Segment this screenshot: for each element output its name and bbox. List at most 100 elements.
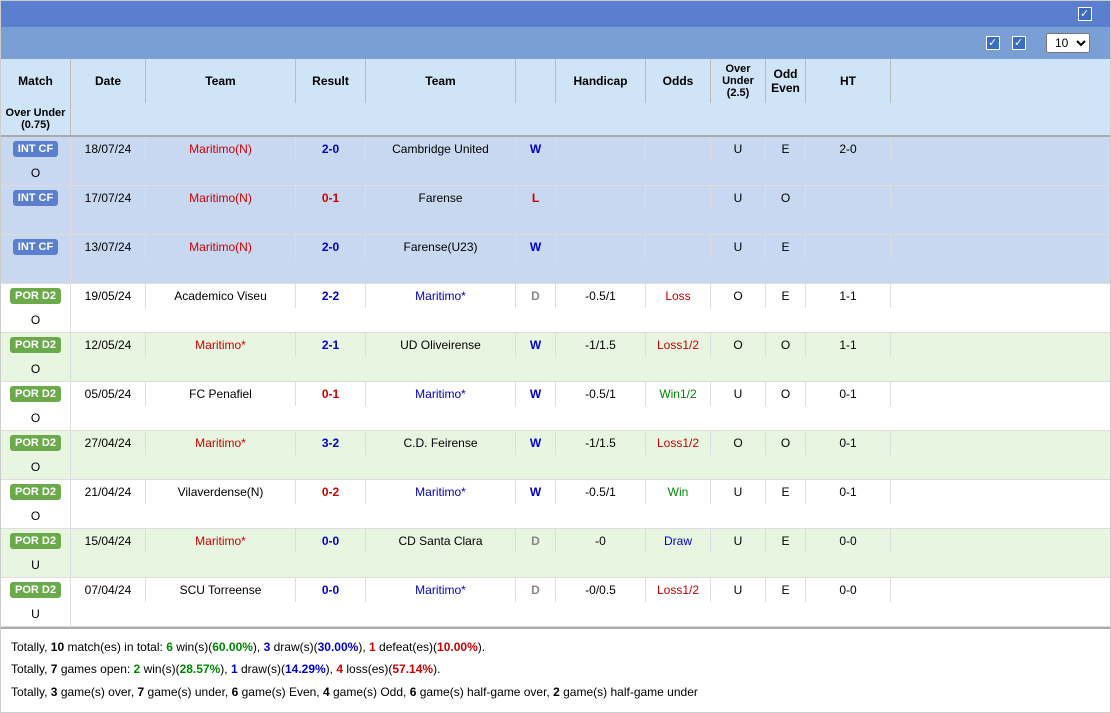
cell-ht — [806, 235, 891, 259]
cell-team1: Academico Viseu — [146, 284, 296, 308]
match-badge: INT CF — [13, 190, 58, 206]
intcf-filter-label[interactable] — [986, 36, 1004, 50]
intcf-checkbox[interactable] — [986, 36, 1000, 50]
table-row: POR D2 12/05/24 Maritimo* 2-1 UD Oliveir… — [1, 333, 1110, 382]
cell-over-under: U — [711, 578, 766, 602]
cell-match: POR D2 — [1, 431, 71, 455]
cell-handicap: -1/1.5 — [556, 431, 646, 455]
col-date: Date — [71, 59, 146, 103]
cell-over-under: U — [711, 137, 766, 161]
col-ht: HT — [806, 59, 891, 103]
cell-odds: Draw — [646, 529, 711, 553]
cell-wd: W — [516, 137, 556, 161]
cell-date: 13/07/24 — [71, 235, 146, 259]
cell-odd-even: E — [766, 284, 806, 308]
table-row: POR D2 15/04/24 Maritimo* 0-0 CD Santa C… — [1, 529, 1110, 578]
cell-result: 2-2 — [296, 284, 366, 308]
cell-result: 0-0 — [296, 578, 366, 602]
cell-result: 2-0 — [296, 235, 366, 259]
pord2-checkbox[interactable] — [1012, 36, 1026, 50]
cell-handicap: -0/0.5 — [556, 578, 646, 602]
cell-team2: Maritimo* — [366, 382, 516, 406]
match-badge: INT CF — [13, 239, 58, 255]
display-notes-checkbox[interactable] — [1078, 7, 1092, 21]
table-header: Match Date Team Result Team Handicap Odd… — [1, 59, 1110, 137]
cell-over-under-075: O — [1, 357, 71, 381]
col-odds: Odds — [646, 59, 711, 103]
table-row: POR D2 21/04/24 Vilaverdense(N) 0-2 Mari… — [1, 480, 1110, 529]
cell-ht: 1-1 — [806, 333, 891, 357]
match-badge: POR D2 — [10, 582, 61, 598]
cell-handicap: -0.5/1 — [556, 480, 646, 504]
col-result: Result — [296, 59, 366, 103]
cell-match: POR D2 — [1, 284, 71, 308]
cell-date: 07/04/24 — [71, 578, 146, 602]
cell-team2: Maritimo* — [366, 480, 516, 504]
col-odd-even: Odd Even — [766, 59, 806, 103]
cell-odd-even: E — [766, 480, 806, 504]
cell-result: 0-1 — [296, 186, 366, 210]
cell-result: 2-1 — [296, 333, 366, 357]
summary-line: Totally, 3 game(s) over, 7 game(s) under… — [11, 682, 1100, 702]
cell-ht: 0-1 — [806, 480, 891, 504]
cell-wd: W — [516, 431, 556, 455]
cell-date: 18/07/24 — [71, 137, 146, 161]
cell-handicap — [556, 186, 646, 210]
cell-match: POR D2 — [1, 529, 71, 553]
cell-team1: Maritimo* — [146, 529, 296, 553]
cell-odd-even: E — [766, 529, 806, 553]
cell-date: 21/04/24 — [71, 480, 146, 504]
cell-ht: 0-1 — [806, 431, 891, 455]
cell-team1: FC Penafiel — [146, 382, 296, 406]
cell-result: 2-0 — [296, 137, 366, 161]
table-row: POR D2 07/04/24 SCU Torreense 0-0 Mariti… — [1, 578, 1110, 627]
cell-over-under: O — [711, 284, 766, 308]
cell-ht: 1-1 — [806, 284, 891, 308]
cell-wd: W — [516, 382, 556, 406]
table-row: POR D2 19/05/24 Academico Viseu 2-2 Mari… — [1, 284, 1110, 333]
cell-over-under: O — [711, 333, 766, 357]
cell-team2: CD Santa Clara — [366, 529, 516, 553]
cell-odds: Win — [646, 480, 711, 504]
cell-date: 05/05/24 — [71, 382, 146, 406]
games-select[interactable]: 10 20 30 — [1046, 33, 1090, 53]
match-badge: POR D2 — [10, 337, 61, 353]
cell-ht: 2-0 — [806, 137, 891, 161]
table-body: INT CF 18/07/24 Maritimo(N) 2-0 Cambridg… — [1, 137, 1110, 627]
header-bar — [1, 1, 1110, 27]
cell-wd: W — [516, 333, 556, 357]
cell-team1: SCU Torreense — [146, 578, 296, 602]
cell-odd-even: O — [766, 333, 806, 357]
cell-odds: Win1/2 — [646, 382, 711, 406]
cell-odds — [646, 137, 711, 161]
cell-odds: Loss — [646, 284, 711, 308]
cell-date: 27/04/24 — [71, 431, 146, 455]
cell-odds — [646, 235, 711, 259]
cell-match: POR D2 — [1, 382, 71, 406]
pord2-filter-label[interactable] — [1012, 36, 1030, 50]
cell-handicap: -1/1.5 — [556, 333, 646, 357]
cell-wd: L — [516, 186, 556, 210]
cell-over-under-075: O — [1, 308, 71, 332]
cell-team1: Vilaverdense(N) — [146, 480, 296, 504]
cell-odd-even: E — [766, 235, 806, 259]
cell-over-under: U — [711, 480, 766, 504]
cell-team2: C.D. Feirense — [366, 431, 516, 455]
col-team1: Team — [146, 59, 296, 103]
cell-team2: Maritimo* — [366, 578, 516, 602]
cell-ht — [806, 186, 891, 210]
cell-team1: Maritimo(N) — [146, 186, 296, 210]
match-badge: POR D2 — [10, 484, 61, 500]
cell-over-under-075 — [1, 259, 71, 283]
table-row: POR D2 27/04/24 Maritimo* 3-2 C.D. Feire… — [1, 431, 1110, 480]
cell-team2: Cambridge United — [366, 137, 516, 161]
cell-match: POR D2 — [1, 333, 71, 357]
cell-result: 3-2 — [296, 431, 366, 455]
cell-over-under: O — [711, 431, 766, 455]
cell-odds: Loss1/2 — [646, 578, 711, 602]
cell-handicap — [556, 235, 646, 259]
cell-over-under: U — [711, 235, 766, 259]
cell-team2: Farense — [366, 186, 516, 210]
cell-ht: 0-1 — [806, 382, 891, 406]
table-row: INT CF 18/07/24 Maritimo(N) 2-0 Cambridg… — [1, 137, 1110, 186]
